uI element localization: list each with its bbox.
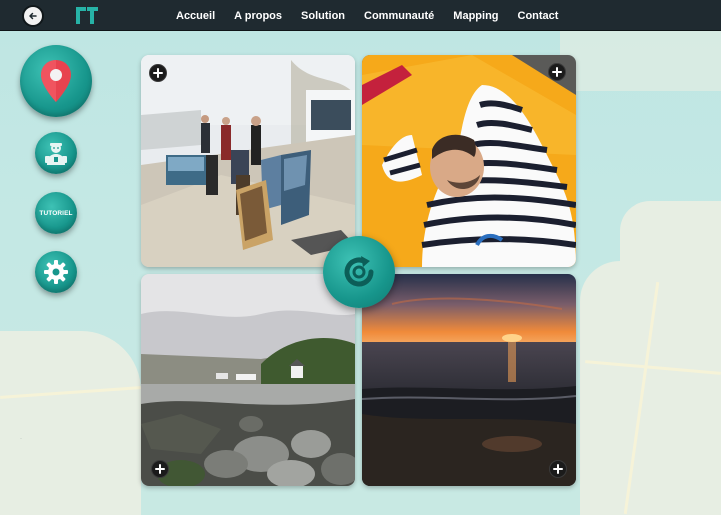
plus-icon xyxy=(155,464,165,474)
refresh-photos-button[interactable] xyxy=(323,236,395,308)
nav-accueil[interactable]: Accueil xyxy=(176,10,215,22)
nav-contact[interactable]: Contact xyxy=(518,10,559,22)
nav-communaute[interactable]: Communauté xyxy=(364,10,434,22)
tutorial-button[interactable]: TUTORIEL xyxy=(35,192,77,234)
tutorial-label: TUTORIEL xyxy=(39,209,73,217)
arrow-left-icon xyxy=(28,11,38,21)
add-photo-button[interactable] xyxy=(151,460,169,478)
nav-a-propos[interactable]: A propos xyxy=(234,10,282,22)
kayak-rest-photo xyxy=(362,55,576,267)
top-navigation-bar: Accueil A propos Solution Communauté Map… xyxy=(0,0,721,31)
back-button[interactable] xyxy=(24,7,42,25)
map-location-button[interactable] xyxy=(20,45,92,117)
plus-icon xyxy=(552,67,562,77)
sunset-beach-photo xyxy=(362,274,576,486)
photo-tile-kayak-rest[interactable] xyxy=(362,55,576,267)
nav-solution[interactable]: Solution xyxy=(301,10,345,22)
brand-logo[interactable] xyxy=(76,7,98,24)
gear-icon xyxy=(43,259,69,285)
rocky-shore-photo xyxy=(141,274,355,486)
settings-button[interactable] xyxy=(35,251,77,293)
add-photo-button[interactable] xyxy=(548,63,566,81)
user-guide-button[interactable] xyxy=(35,132,77,174)
plus-icon xyxy=(553,464,563,474)
photo-tile-art-market[interactable] xyxy=(141,55,355,267)
refresh-icon xyxy=(339,252,379,292)
nav-mapping[interactable]: Mapping xyxy=(453,10,498,22)
user-guide-icon xyxy=(42,139,70,167)
photo-tile-sunset-beach[interactable] xyxy=(362,274,576,486)
add-photo-button[interactable] xyxy=(149,64,167,82)
photo-tile-rocky-shore[interactable] xyxy=(141,274,355,486)
main-nav: Accueil A propos Solution Communauté Map… xyxy=(176,0,577,31)
add-photo-button[interactable] xyxy=(549,460,567,478)
art-market-photo xyxy=(141,55,355,267)
map-pin-icon xyxy=(38,58,74,104)
plus-icon xyxy=(153,68,163,78)
